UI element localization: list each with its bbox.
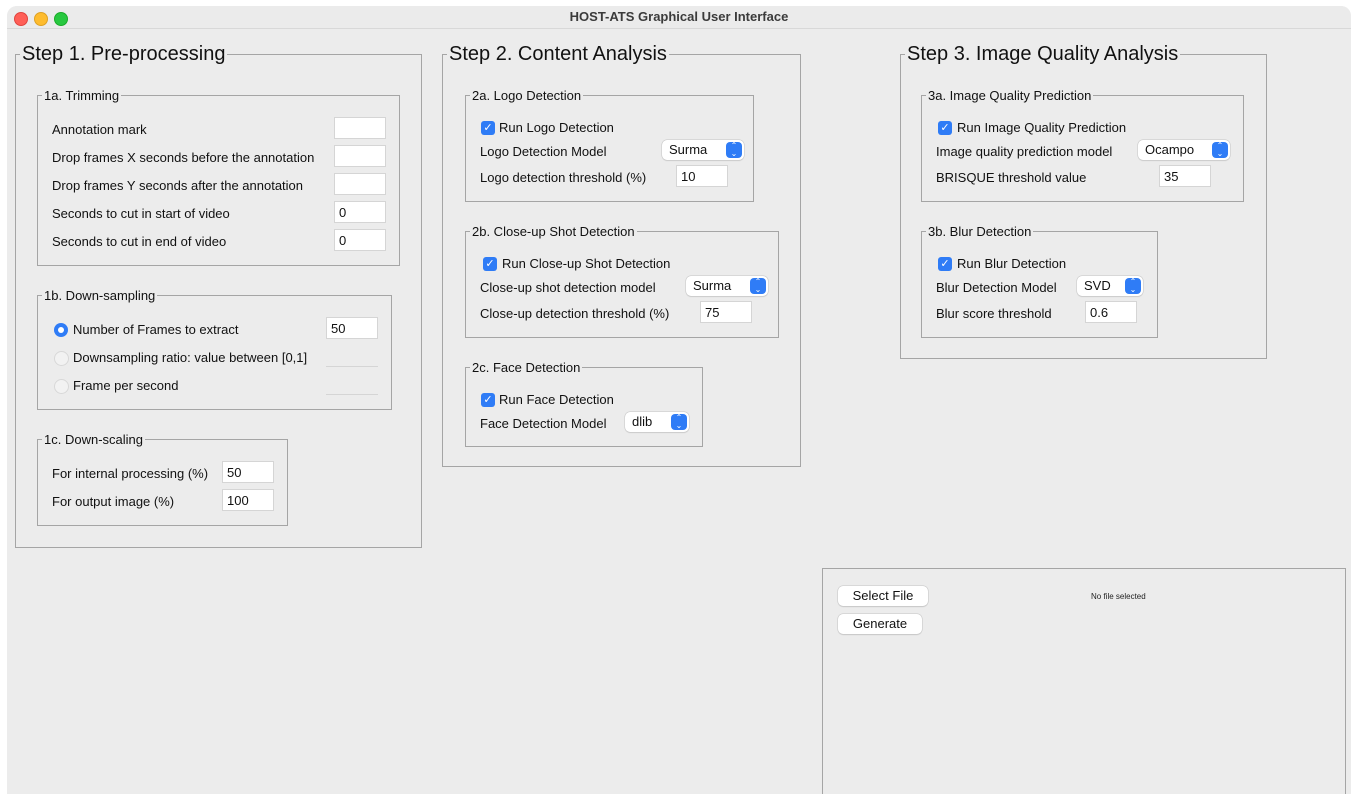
updown-chevron-icon: ⌃ ⌄ xyxy=(726,142,742,158)
frames-label: Number of Frames to extract xyxy=(73,322,239,337)
frames-radio[interactable] xyxy=(54,323,68,337)
downsampling-group: 1b. Down-sampling Number of Frames to ex… xyxy=(37,288,392,410)
step1-panel: Step 1. Pre-processing 1a. Trimming Anno… xyxy=(15,43,422,548)
select-file-button[interactable]: Select File xyxy=(838,586,928,606)
iqp-group: 3a. Image Quality Prediction ✓ Run Image… xyxy=(921,88,1244,202)
closeup-model-value: Surma xyxy=(693,278,732,293)
generate-button[interactable]: Generate xyxy=(838,614,922,634)
drop-after-input[interactable] xyxy=(334,173,386,195)
checkmark-icon[interactable]: ✓ xyxy=(938,121,952,135)
drop-before-label: Drop frames X seconds before the annotat… xyxy=(52,150,315,165)
trimming-title: 1a. Trimming xyxy=(42,88,122,103)
blur-model-select[interactable]: SVD ⌃ ⌄ xyxy=(1077,276,1143,296)
brisque-label: BRISQUE threshold value xyxy=(936,170,1087,185)
fps-input[interactable] xyxy=(326,373,378,395)
app-window: HOST-ATS Graphical User Interface Step 1… xyxy=(7,6,1351,794)
checkmark-icon[interactable]: ✓ xyxy=(938,257,952,271)
face-model-select[interactable]: dlib ⌃ ⌄ xyxy=(625,412,689,432)
cut-start-label: Seconds to cut in start of video xyxy=(52,206,230,221)
ratio-input[interactable] xyxy=(326,345,378,367)
fps-radio[interactable] xyxy=(54,379,69,394)
file-status-label: No file selected xyxy=(1091,592,1146,601)
blur-group: 3b. Blur Detection ✓ Run Blur Detection … xyxy=(921,224,1158,338)
closeup-threshold-label: Close-up detection threshold (%) xyxy=(480,306,670,321)
ratio-radio[interactable] xyxy=(54,351,69,366)
iqp-title: 3a. Image Quality Prediction xyxy=(926,88,1094,103)
blur-title: 3b. Blur Detection xyxy=(926,224,1034,239)
run-blur-label: Run Blur Detection xyxy=(957,256,1067,271)
logo-model-label: Logo Detection Model xyxy=(480,144,607,159)
ratio-label: Downsampling ratio: value between [0,1] xyxy=(73,350,308,365)
updown-chevron-icon: ⌃ ⌄ xyxy=(1212,142,1228,158)
logo-group: 2a. Logo Detection ✓ Run Logo Detection … xyxy=(465,88,754,202)
face-title: 2c. Face Detection xyxy=(470,360,583,375)
closeup-group: 2b. Close-up Shot Detection ✓ Run Close-… xyxy=(465,224,779,338)
face-group: 2c. Face Detection ✓ Run Face Detection … xyxy=(465,360,703,447)
logo-threshold-label: Logo detection threshold (%) xyxy=(480,170,647,185)
closeup-title: 2b. Close-up Shot Detection xyxy=(470,224,637,239)
logo-title: 2a. Logo Detection xyxy=(470,88,584,103)
step3-panel: Step 3. Image Quality Analysis 3a. Image… xyxy=(900,43,1267,359)
face-model-value: dlib xyxy=(632,414,653,429)
output-image-label: For output image (%) xyxy=(52,494,175,509)
blur-model-value: SVD xyxy=(1084,278,1111,293)
run-closeup-label: Run Close-up Shot Detection xyxy=(502,256,671,271)
iqp-model-label: Image quality prediction model xyxy=(936,144,1113,159)
run-logo-label: Run Logo Detection xyxy=(499,120,614,135)
cut-end-label: Seconds to cut in end of video xyxy=(52,234,227,249)
annotation-mark-label: Annotation mark xyxy=(52,122,147,137)
cut-start-input[interactable] xyxy=(334,201,386,223)
face-model-label: Face Detection Model xyxy=(480,416,607,431)
internal-processing-label: For internal processing (%) xyxy=(52,466,209,481)
updown-chevron-icon: ⌃ ⌄ xyxy=(1125,278,1141,294)
step2-panel: Step 2. Content Analysis 2a. Logo Detect… xyxy=(442,43,801,467)
window-title: HOST-ATS Graphical User Interface xyxy=(569,9,789,24)
downscaling-group: 1c. Down-scaling For internal processing… xyxy=(37,432,288,526)
frames-input[interactable] xyxy=(326,317,378,339)
internal-processing-input[interactable] xyxy=(222,461,274,483)
checkmark-icon[interactable]: ✓ xyxy=(481,121,495,135)
updown-chevron-icon: ⌃ ⌄ xyxy=(671,414,687,430)
closeup-model-label: Close-up shot detection model xyxy=(480,280,656,295)
step1-title: Step 1. Pre-processing xyxy=(20,43,228,65)
closeup-threshold-input[interactable] xyxy=(700,301,752,323)
logo-model-value: Surma xyxy=(669,142,708,157)
title-bar: HOST-ATS Graphical User Interface xyxy=(7,6,1351,29)
updown-chevron-icon: ⌃ ⌄ xyxy=(750,278,766,294)
downscaling-title: 1c. Down-scaling xyxy=(42,432,145,447)
output-image-input[interactable] xyxy=(222,489,274,511)
checkmark-icon[interactable]: ✓ xyxy=(481,393,495,407)
fps-label: Frame per second xyxy=(73,378,179,393)
run-face-label: Run Face Detection xyxy=(499,392,614,407)
step3-title: Step 3. Image Quality Analysis xyxy=(905,43,1181,65)
closeup-model-select[interactable]: Surma ⌃ ⌄ xyxy=(686,276,768,296)
drop-before-input[interactable] xyxy=(334,145,386,167)
annotation-mark-input[interactable] xyxy=(334,117,386,139)
blur-threshold-label: Blur score threshold xyxy=(936,306,1052,321)
actions-panel: Select File Generate No file selected xyxy=(822,568,1346,794)
run-iqp-label: Run Image Quality Prediction xyxy=(957,120,1127,135)
cut-end-input[interactable] xyxy=(334,229,386,251)
iqp-model-select[interactable]: Ocampo ⌃ ⌄ xyxy=(1138,140,1230,160)
blur-model-label: Blur Detection Model xyxy=(936,280,1057,295)
iqp-model-value: Ocampo xyxy=(1145,142,1195,157)
brisque-input[interactable] xyxy=(1159,165,1211,187)
checkmark-icon[interactable]: ✓ xyxy=(483,257,497,271)
drop-after-label: Drop frames Y seconds after the annotati… xyxy=(52,178,304,193)
logo-model-select[interactable]: Surma ⌃ ⌄ xyxy=(662,140,744,160)
blur-threshold-input[interactable] xyxy=(1085,301,1137,323)
step2-title: Step 2. Content Analysis xyxy=(447,43,669,65)
trimming-group: 1a. Trimming Annotation mark Drop frames… xyxy=(37,88,400,266)
downsampling-title: 1b. Down-sampling xyxy=(42,288,158,303)
logo-threshold-input[interactable] xyxy=(676,165,728,187)
